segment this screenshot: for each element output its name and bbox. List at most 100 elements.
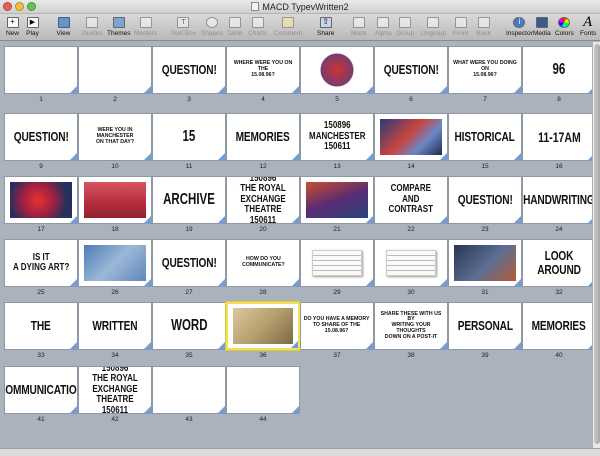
- slide-thumbnail[interactable]: WHERE WERE YOU ON THE 15.08.96?: [226, 46, 300, 94]
- slide-corner-icon: [440, 342, 447, 349]
- table-icon: [228, 16, 241, 28]
- scrollbar-thumb[interactable]: [594, 44, 600, 444]
- group-icon: [399, 16, 412, 28]
- slide-thumbnail[interactable]: 150896 MANCHESTER 150611: [300, 113, 374, 161]
- slide-number: 14: [407, 163, 415, 170]
- slide-thumbnail[interactable]: [78, 46, 152, 94]
- slide-thumbnail[interactable]: COMPARE AND CONTRAST: [374, 176, 448, 224]
- slide-thumbnail[interactable]: [300, 176, 374, 224]
- slide-thumbnail[interactable]: QUESTION!: [374, 46, 448, 94]
- title-bar: MACD TypevWritten2: [0, 0, 600, 14]
- view-button[interactable]: View: [56, 15, 71, 37]
- slide-thumbnail[interactable]: [78, 239, 152, 287]
- slide-thumbnail[interactable]: [226, 302, 300, 350]
- slide-corner-icon: [70, 86, 77, 93]
- fonts-button[interactable]: A Fonts: [580, 14, 596, 38]
- slide-thumbnail[interactable]: HISTORICAL: [448, 113, 522, 161]
- slide-thumbnail[interactable]: 150896 THE ROYAL EXCHANGE THEATRE 150611: [78, 366, 152, 414]
- slide-thumbnail[interactable]: [374, 239, 448, 287]
- slide-number: 8: [557, 96, 561, 103]
- masters-button[interactable]: Masters: [134, 15, 157, 37]
- slide-thumbnail[interactable]: [448, 239, 522, 287]
- share-button[interactable]: ⇧ Share: [317, 15, 334, 37]
- slide-thumbnail[interactable]: [226, 366, 300, 414]
- front-icon: [454, 16, 467, 28]
- slide-thumbnail[interactable]: COMMUNICATION: [4, 366, 78, 414]
- slide-thumbnail[interactable]: LOOK AROUND: [522, 239, 596, 287]
- slide-thumbnail[interactable]: [300, 239, 374, 287]
- slide-thumbnail[interactable]: [152, 366, 226, 414]
- group-button[interactable]: Group: [396, 15, 414, 37]
- slide-thumbnail[interactable]: PERSONAL: [448, 302, 522, 350]
- guides-button[interactable]: Guides: [82, 15, 103, 37]
- slide-thumbnail[interactable]: QUESTION!: [152, 46, 226, 94]
- ungroup-button[interactable]: Ungroup: [421, 15, 446, 37]
- slide-title: COMPARE AND CONTRAST: [388, 183, 434, 216]
- text-box-button[interactable]: T Text Box: [171, 15, 196, 37]
- slide-thumbnail[interactable]: WERE YOU IN MANCHESTER ON THAT DAY?: [78, 113, 152, 161]
- slide-thumbnail[interactable]: QUESTION!: [4, 113, 78, 161]
- slide-image: [380, 118, 442, 156]
- new-button[interactable]: + New: [5, 15, 20, 37]
- play-button[interactable]: ▶ Play: [25, 15, 40, 37]
- slide-thumbnail[interactable]: HOW DO YOU COMMUNICATE?: [226, 239, 300, 287]
- slide-number: 7: [483, 96, 487, 103]
- slide-thumbnail[interactable]: HANDWRITING: [522, 176, 596, 224]
- slide-thumbnail[interactable]: WRITTEN: [78, 302, 152, 350]
- minimize-window-button[interactable]: [15, 2, 24, 11]
- slide-corner-icon: [70, 342, 77, 349]
- media-button[interactable]: Media: [533, 15, 551, 37]
- shapes-button[interactable]: Shapes: [201, 15, 223, 37]
- window-title: MACD TypevWritten2: [251, 2, 349, 12]
- slide-thumbnail[interactable]: [78, 176, 152, 224]
- fonts-icon: A: [583, 14, 593, 30]
- slide-title: THE: [31, 318, 51, 334]
- slide-thumbnail[interactable]: MEMORIES: [522, 302, 596, 350]
- mask-button[interactable]: Mask: [351, 15, 367, 37]
- slide-corner-icon: [70, 279, 77, 286]
- slide-number: 40: [555, 352, 563, 359]
- zoom-window-button[interactable]: [27, 2, 36, 11]
- slide-number: 35: [185, 352, 193, 359]
- front-button[interactable]: Front: [453, 15, 468, 37]
- inspector-button[interactable]: i Inspector: [506, 15, 533, 37]
- table-button[interactable]: Table: [227, 15, 243, 37]
- slide-thumbnail[interactable]: [374, 113, 448, 161]
- slide-number: 33: [37, 352, 45, 359]
- slide-thumbnail[interactable]: WHAT WERE YOU DOING ON 15.08.96?: [448, 46, 522, 94]
- close-window-button[interactable]: [3, 2, 12, 11]
- themes-button[interactable]: Themes: [107, 15, 130, 37]
- slide-number: 12: [259, 163, 267, 170]
- slide-thumbnail[interactable]: MEMORIES: [226, 113, 300, 161]
- slide-title: 150896 MANCHESTER 150611: [308, 120, 366, 153]
- slide-title: HANDWRITING: [523, 192, 595, 208]
- slide-thumbnail[interactable]: 96: [522, 46, 596, 94]
- slide-title: 11-17AM: [537, 128, 581, 145]
- slide-thumbnail[interactable]: QUESTION!: [448, 176, 522, 224]
- slide-thumbnail[interactable]: THE: [4, 302, 78, 350]
- slide-corner-icon: [292, 279, 299, 286]
- slide-thumbnail[interactable]: QUESTION!: [152, 239, 226, 287]
- slide-thumbnail[interactable]: [4, 46, 78, 94]
- slide-thumbnail[interactable]: 11-17AM: [522, 113, 596, 161]
- slide-thumbnail[interactable]: [4, 176, 78, 224]
- slide-title: QUESTION!: [457, 192, 513, 208]
- slide-thumbnail[interactable]: 15: [152, 113, 226, 161]
- slide-title: HOW DO YOU COMMUNICATE?: [241, 256, 285, 268]
- back-button[interactable]: Back: [476, 15, 491, 37]
- slide-thumbnail[interactable]: IS IT A DYING ART?: [4, 239, 78, 287]
- vertical-scrollbar[interactable]: [592, 42, 600, 448]
- alpha-button[interactable]: Alpha: [375, 15, 392, 37]
- window-controls: [3, 2, 36, 11]
- comment-button[interactable]: Comment: [274, 15, 302, 37]
- slide-thumbnail[interactable]: ARCHIVE: [152, 176, 226, 224]
- slide-thumbnail[interactable]: [300, 46, 374, 94]
- slide-title: QUESTION!: [13, 129, 69, 145]
- slide-thumbnail[interactable]: DO YOU HAVE A MEMORY TO SHARE OF THE 15.…: [300, 302, 374, 350]
- slide-thumbnail[interactable]: WORD: [152, 302, 226, 350]
- charts-button[interactable]: Charts: [248, 15, 267, 37]
- slide-thumbnail[interactable]: SHARE THESE WITH US BY WRITING YOUR THOU…: [374, 302, 448, 350]
- slide-number: 30: [407, 289, 415, 296]
- colors-button[interactable]: Colors: [555, 15, 574, 37]
- slide-thumbnail[interactable]: 150896 THE ROYAL EXCHANGE THEATRE 150611: [226, 176, 300, 224]
